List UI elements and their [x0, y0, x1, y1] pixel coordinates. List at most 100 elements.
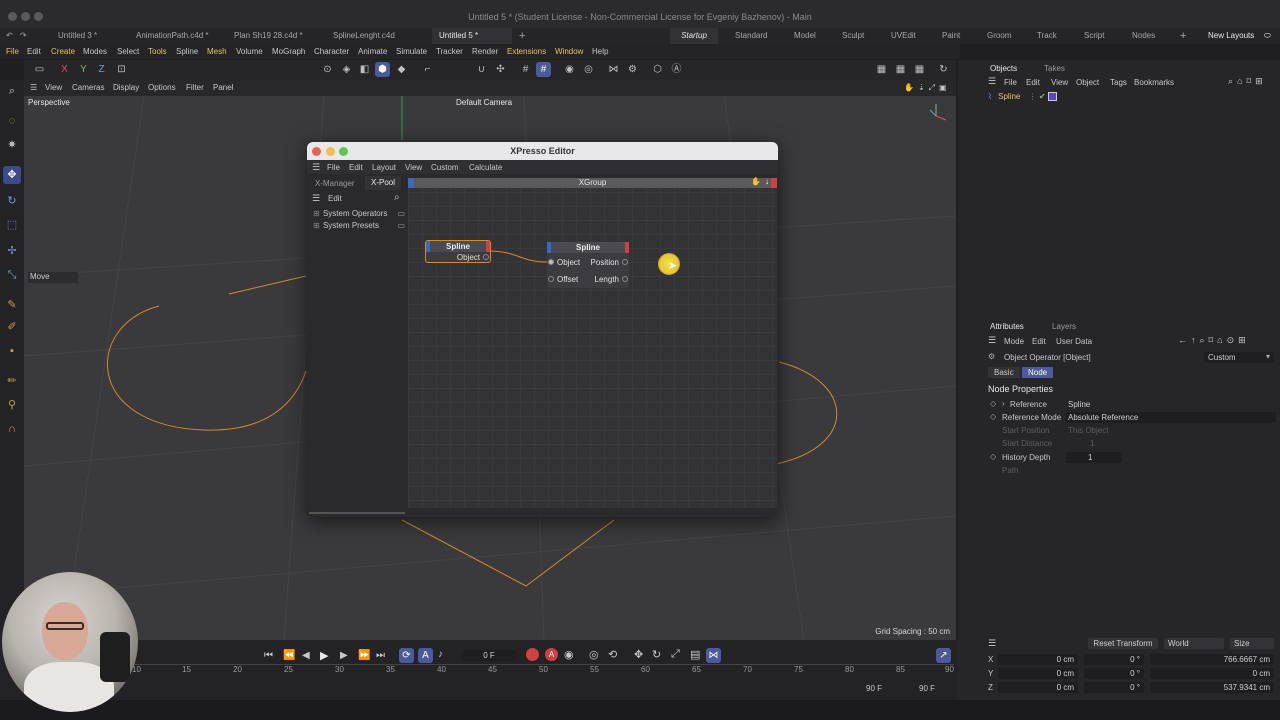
- expand-icon[interactable]: ⊞: [313, 221, 320, 230]
- xpool-item-system-operators[interactable]: ⊞ System Operators ▭: [313, 209, 405, 220]
- xpool-item-system-presets[interactable]: ⊞ System Presets ▭: [313, 221, 405, 232]
- layout-tab-groom[interactable]: Groom: [987, 28, 1011, 44]
- length-output-port[interactable]: [622, 276, 628, 282]
- xpresso-menu-edit[interactable]: Edit: [349, 163, 363, 172]
- xpool-scrollbar[interactable]: [309, 512, 405, 514]
- space-select[interactable]: World: [1164, 638, 1224, 649]
- tab-objects[interactable]: Objects: [990, 64, 1017, 73]
- doc-tab-4[interactable]: SplineLenght.c4d: [333, 28, 423, 44]
- play-icon[interactable]: ▶: [320, 649, 328, 662]
- end-frame-field-b[interactable]: 90 F: [919, 684, 935, 693]
- uv-mode-icon[interactable]: ◆: [394, 62, 409, 77]
- new-layouts-button[interactable]: New Layouts: [1208, 28, 1254, 44]
- position-y-field[interactable]: 0 cm: [998, 668, 1078, 679]
- xpool-edit-menu[interactable]: Edit: [328, 194, 342, 203]
- render-settings-icon[interactable]: ▦: [912, 62, 927, 77]
- workplane-icon[interactable]: ✣: [493, 62, 508, 77]
- loop-icon[interactable]: ⟳: [399, 648, 414, 663]
- snap-icon[interactable]: ∪: [474, 62, 489, 77]
- menu-volume[interactable]: Volume: [236, 44, 263, 59]
- prev-key-icon[interactable]: ⏪: [283, 650, 295, 661]
- param-key-icon[interactable]: ▤: [690, 648, 700, 661]
- symmetry-icon[interactable]: ⋈: [606, 62, 621, 77]
- timeline-mode-icon[interactable]: ↗: [936, 648, 951, 663]
- select-tool-icon[interactable]: ◌: [3, 112, 21, 130]
- sub-tab-basic[interactable]: Basic: [988, 367, 1020, 378]
- xpresso-editor-window[interactable]: XPresso Editor ☰ File Edit Layout View C…: [307, 142, 778, 517]
- keyframe-selection-icon[interactable]: ◉: [564, 648, 574, 661]
- spline-object-node[interactable]: Spline Object: [425, 240, 491, 263]
- layout-tab-standard[interactable]: Standard: [735, 28, 767, 44]
- record-icon[interactable]: [526, 648, 539, 661]
- move-tool-icon[interactable]: ✥: [3, 166, 21, 184]
- axis-mode-icon[interactable]: ⌐: [420, 62, 435, 77]
- doc-tab-1[interactable]: Untitled 3 *: [56, 28, 146, 44]
- menu-create[interactable]: Create: [51, 44, 75, 59]
- xpresso-menu-custom[interactable]: Custom: [431, 163, 459, 172]
- viewport-menu-options[interactable]: Options: [148, 80, 176, 96]
- mode-select[interactable]: Custom: [1204, 352, 1274, 363]
- prop-value-reference[interactable]: Spline: [1066, 399, 1262, 410]
- doc-tab-5[interactable]: Untitled 5 *: [432, 28, 512, 44]
- menu-spline[interactable]: Spline: [176, 44, 198, 59]
- rotate-tool-icon[interactable]: ↻: [3, 192, 21, 210]
- scale-key-icon[interactable]: ⤢: [671, 648, 680, 661]
- attributes-menu-mode[interactable]: Mode: [1004, 337, 1024, 346]
- menu-animate[interactable]: Animate: [358, 44, 387, 59]
- size-z-field[interactable]: 537.9341 cm: [1150, 682, 1274, 693]
- sketch-tool-icon[interactable]: ✐: [3, 318, 21, 336]
- layout-tab-paint[interactable]: Paint: [942, 28, 960, 44]
- layout-tab-track[interactable]: Track: [1037, 28, 1057, 44]
- objects-menu-tags[interactable]: Tags: [1110, 78, 1127, 87]
- redo-icon[interactable]: ↷: [20, 28, 27, 44]
- axis-y-toggle[interactable]: Y: [76, 62, 91, 77]
- ik-icon[interactable]: ⬡: [650, 62, 665, 77]
- xpresso-minimize-button[interactable]: [326, 147, 335, 156]
- keyframe-dot-icon[interactable]: ◇: [990, 412, 996, 421]
- doc-tab-2[interactable]: AnimationPath.c4d *: [136, 28, 228, 44]
- keyframe-dot-icon[interactable]: ◇: [990, 399, 996, 408]
- tab-attributes[interactable]: Attributes: [990, 322, 1024, 331]
- rotation-y-field[interactable]: 0 °: [1084, 668, 1144, 679]
- objects-menu-object[interactable]: Object: [1076, 78, 1099, 87]
- xpresso-menu-view[interactable]: View: [405, 163, 422, 172]
- key-options-icon[interactable]: ⟲: [608, 648, 617, 661]
- menu-render[interactable]: Render: [472, 44, 498, 59]
- objects-menu-bookmarks[interactable]: Bookmarks: [1134, 78, 1174, 87]
- layout-tab-uvedit[interactable]: UVEdit: [891, 28, 916, 44]
- scale-tool-icon[interactable]: ⬚: [3, 216, 21, 234]
- end-frame-field-a[interactable]: 90 F: [866, 684, 882, 693]
- next-key-icon[interactable]: ⏩: [358, 650, 370, 661]
- edges-mode-icon[interactable]: ◈: [339, 62, 354, 77]
- rotation-x-field[interactable]: 0 °: [1084, 654, 1144, 665]
- position-x-field[interactable]: 0 cm: [998, 654, 1078, 665]
- attributes-menu-userdata[interactable]: User Data: [1056, 337, 1092, 346]
- xpresso-tag-icon[interactable]: [1047, 92, 1057, 102]
- layout-tab-sculpt[interactable]: Sculpt: [842, 28, 864, 44]
- menu-tools[interactable]: Tools: [148, 44, 167, 59]
- prop-value-history-depth[interactable]: 1: [1066, 452, 1122, 463]
- rotation-z-field[interactable]: 0 °: [1084, 682, 1144, 693]
- view-solo-icon[interactable]: ◎: [581, 62, 596, 77]
- render-picture-icon[interactable]: ▦: [893, 62, 908, 77]
- viewport-menu-cameras[interactable]: Cameras: [72, 80, 104, 96]
- doc-tab-3[interactable]: Plan Sh19 28.c4d *: [234, 28, 324, 44]
- xpresso-menu-file[interactable]: File: [327, 163, 340, 172]
- magnet-tool-icon[interactable]: ∩: [3, 420, 21, 438]
- viewport-camera-label[interactable]: Default Camera: [456, 98, 512, 107]
- menu-mograph[interactable]: MoGraph: [272, 44, 305, 59]
- tab-x-manager[interactable]: X-Manager: [315, 179, 355, 188]
- render-view-icon[interactable]: ▦: [874, 62, 889, 77]
- viewport-menu-display[interactable]: Display: [113, 80, 139, 96]
- menu-select[interactable]: Select: [117, 44, 139, 59]
- objects-menu-view[interactable]: View: [1051, 78, 1068, 87]
- autokey-mode-icon[interactable]: A: [418, 648, 433, 663]
- coords-menu-icon[interactable]: ☰: [988, 638, 996, 649]
- points-mode-icon[interactable]: ⊙: [320, 62, 335, 77]
- objects-menu-file[interactable]: File: [1004, 78, 1017, 87]
- gear-tool-icon[interactable]: ✷: [3, 136, 21, 154]
- position-z-field[interactable]: 0 cm: [998, 682, 1078, 693]
- size-x-field[interactable]: 766.6667 cm: [1150, 654, 1274, 665]
- transform-tool-icon[interactable]: ✢: [3, 242, 21, 260]
- xgroup-canvas[interactable]: XGroup ✋ ↓ Spline Object Spline Object O…: [408, 177, 777, 508]
